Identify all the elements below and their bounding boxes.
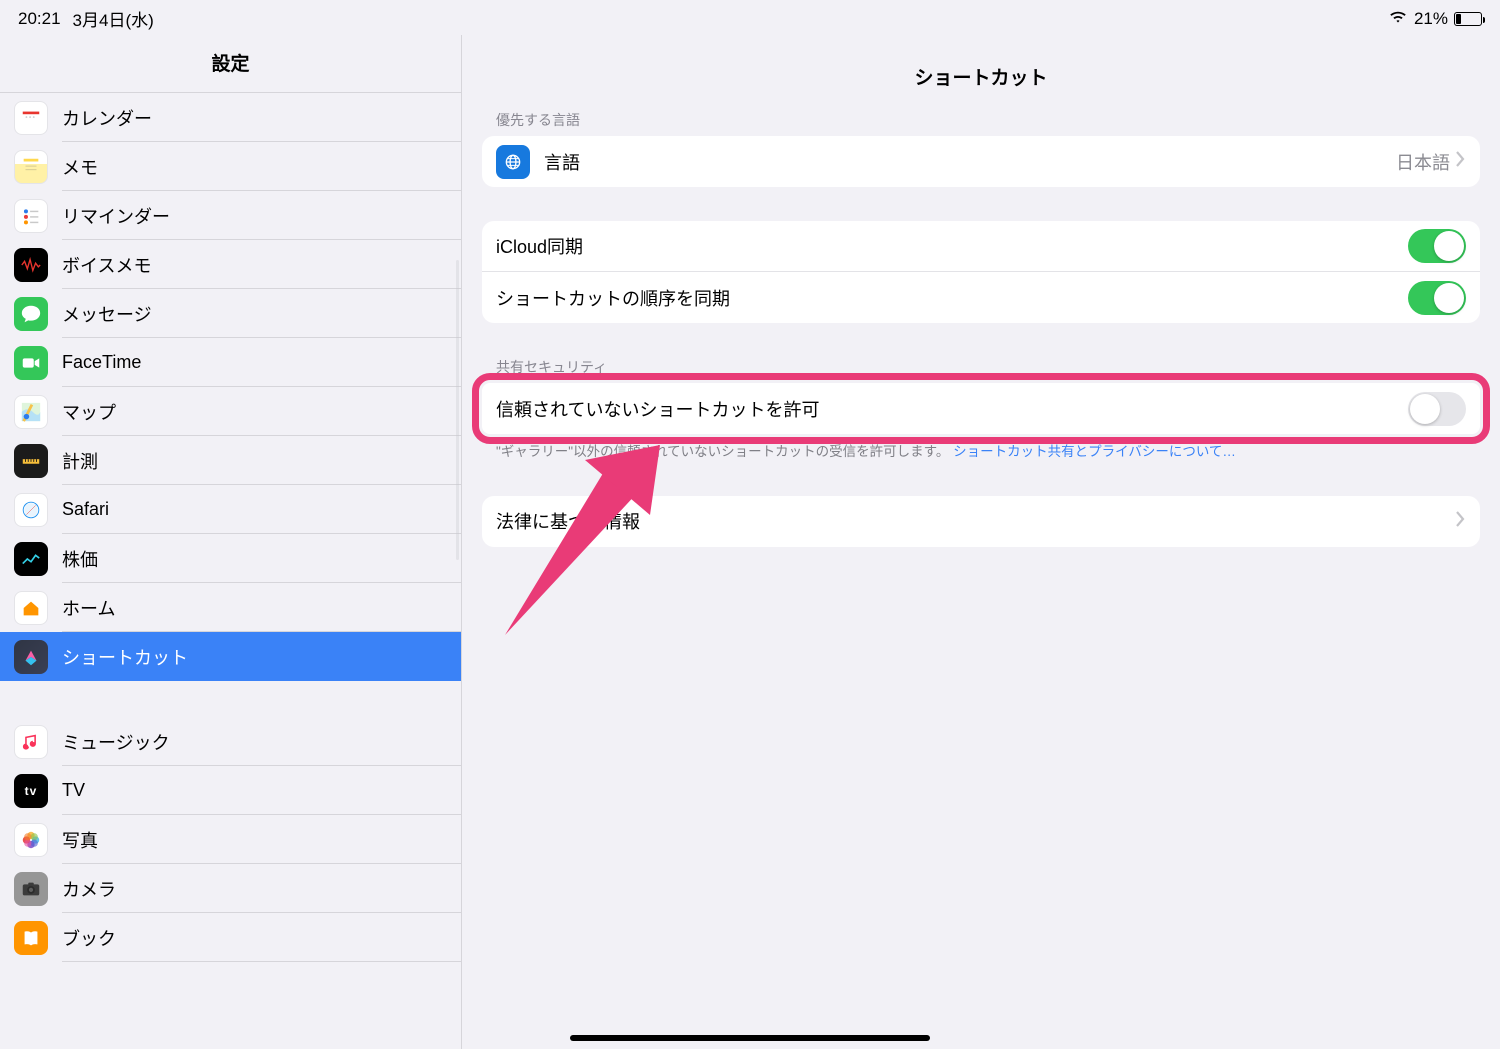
sidebar-item-calendar[interactable]: カレンダー (0, 93, 461, 142)
globe-icon (496, 145, 530, 179)
language-row[interactable]: 言語 日本語 (482, 136, 1480, 187)
sidebar-item-label: 計測 (62, 448, 98, 474)
tv-icon: tv (14, 774, 48, 808)
sidebar-item-tv[interactable]: tv TV (0, 766, 461, 815)
language-group-title: 優先する言語 (496, 110, 1480, 130)
sidebar-item-label: リマインダー (62, 203, 170, 229)
home-indicator (570, 1035, 930, 1041)
stocks-icon (14, 542, 48, 576)
sidebar-item-label: カレンダー (62, 105, 152, 131)
music-icon (14, 725, 48, 759)
security-footer-link[interactable]: ショートカット共有とプライバシーについて… (953, 444, 1236, 459)
sidebar-item-label: ブック (62, 925, 116, 951)
facetime-icon (14, 346, 48, 380)
safari-icon (14, 493, 48, 527)
sidebar-item-label: メモ (62, 154, 98, 180)
icloud-sync-label: iCloud同期 (496, 233, 1408, 259)
sidebar-title: 設定 (0, 35, 461, 93)
sidebar-item-music[interactable]: ミュージック (0, 717, 461, 766)
sidebar-item-photos[interactable]: 写真 (0, 815, 461, 864)
order-sync-row[interactable]: ショートカットの順序を同期 (482, 272, 1480, 323)
legal-row[interactable]: 法律に基づく情報 (482, 496, 1480, 547)
security-footer: "ギャラリー"以外の信頼されていないショートカットの受信を許可します。 ショート… (496, 442, 1466, 462)
sidebar-item-label: ホーム (62, 595, 115, 621)
sidebar-item-books[interactable]: ブック (0, 913, 461, 962)
sidebar-item-label: メッセージ (62, 301, 152, 327)
sidebar-item-label: 株価 (62, 546, 98, 572)
sidebar-item-stocks[interactable]: 株価 (0, 534, 461, 583)
chevron-right-icon (1454, 510, 1466, 533)
sidebar-item-label: カメラ (62, 876, 116, 902)
sidebar-item-maps[interactable]: マップ (0, 387, 461, 436)
sidebar-item-facetime[interactable]: FaceTime (0, 338, 461, 387)
sidebar-item-label: ショートカット (62, 644, 188, 670)
books-icon (14, 921, 48, 955)
photos-icon (14, 823, 48, 857)
sidebar-item-label: マップ (62, 399, 116, 425)
legal-label: 法律に基づく情報 (496, 508, 1454, 534)
notes-icon (14, 150, 48, 184)
security-footer-text: "ギャラリー"以外の信頼されていないショートカットの受信を許可します。 (496, 444, 949, 459)
sidebar: 設定 カレンダー メモ リマインダー (0, 35, 462, 1049)
sidebar-item-safari[interactable]: Safari (0, 485, 461, 534)
sidebar-item-shortcuts[interactable]: ショートカット (0, 632, 461, 681)
sidebar-item-label: ボイスメモ (62, 252, 151, 278)
scrollbar[interactable] (456, 260, 459, 560)
battery-icon (1454, 12, 1482, 26)
icloud-sync-toggle[interactable] (1408, 229, 1466, 263)
calendar-icon (14, 101, 48, 135)
sidebar-item-camera[interactable]: カメラ (0, 864, 461, 913)
detail-pane: ショートカット 優先する言語 言語 日本語 (462, 35, 1500, 1049)
sidebar-item-voicememo[interactable]: ボイスメモ (0, 240, 461, 289)
sidebar-item-label: 写真 (62, 827, 98, 853)
detail-title: ショートカット (462, 35, 1500, 110)
sidebar-item-label: FaceTime (62, 352, 141, 373)
voicememo-icon (14, 248, 48, 282)
battery-text: 21% (1414, 9, 1448, 29)
untrusted-label: 信頼されていないショートカットを許可 (496, 396, 1408, 422)
sidebar-item-measure[interactable]: 計測 (0, 436, 461, 485)
status-bar: 20:21 3月4日(水) 21% (0, 0, 1500, 35)
sidebar-item-notes[interactable]: メモ (0, 142, 461, 191)
icloud-sync-row[interactable]: iCloud同期 (482, 221, 1480, 272)
messages-icon (14, 297, 48, 331)
status-time: 20:21 (18, 9, 61, 29)
sidebar-item-label: TV (62, 780, 85, 801)
untrusted-row[interactable]: 信頼されていないショートカットを許可 (482, 383, 1480, 434)
sidebar-item-label: Safari (62, 499, 109, 520)
reminders-icon (14, 199, 48, 233)
chevron-right-icon (1454, 150, 1466, 173)
untrusted-toggle[interactable] (1408, 392, 1466, 426)
security-group-title: 共有セキュリティ (496, 357, 1480, 377)
wifi-icon (1388, 9, 1408, 29)
sidebar-item-home[interactable]: ホーム (0, 583, 461, 632)
sidebar-item-messages[interactable]: メッセージ (0, 289, 461, 338)
status-date: 3月4日(水) (73, 6, 154, 31)
camera-icon (14, 872, 48, 906)
language-value: 日本語 (1396, 149, 1450, 175)
measure-icon (14, 444, 48, 478)
order-sync-toggle[interactable] (1408, 281, 1466, 315)
maps-icon (14, 395, 48, 429)
sidebar-item-reminders[interactable]: リマインダー (0, 191, 461, 240)
sidebar-item-label: ミュージック (62, 729, 170, 755)
home-icon (14, 591, 48, 625)
order-sync-label: ショートカットの順序を同期 (496, 285, 1408, 311)
sidebar-spacer (0, 681, 461, 717)
shortcuts-icon (14, 640, 48, 674)
language-label: 言語 (544, 149, 1396, 175)
